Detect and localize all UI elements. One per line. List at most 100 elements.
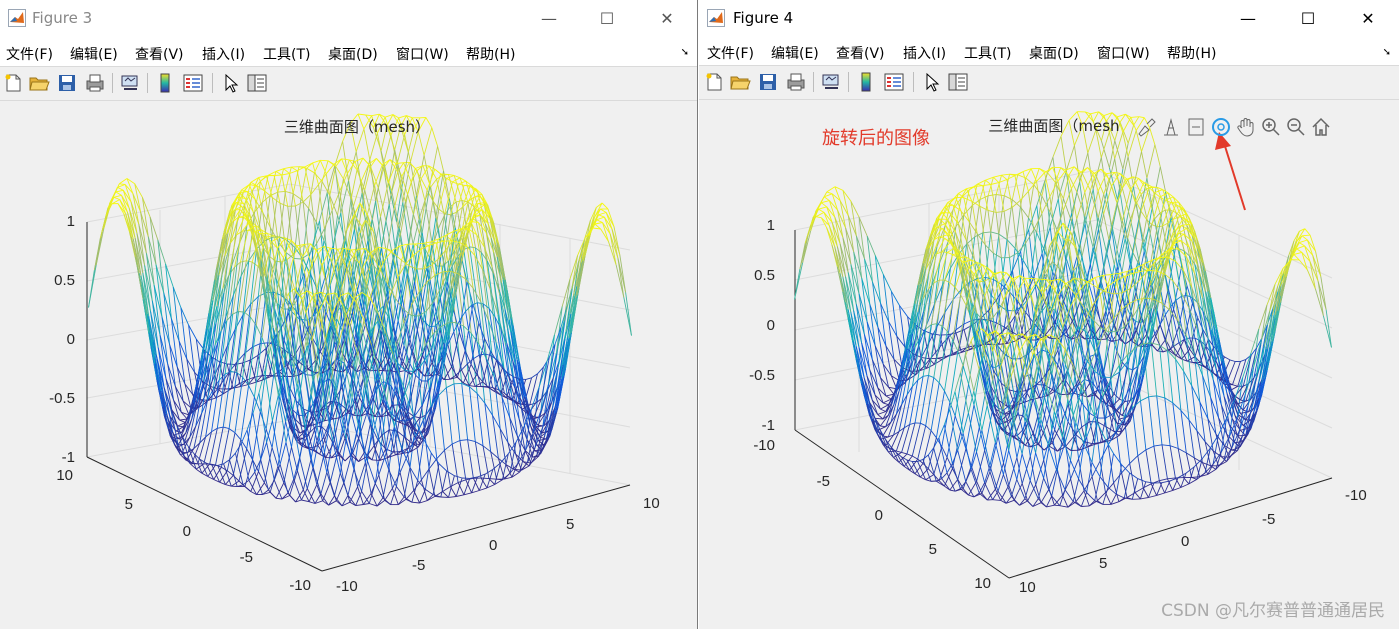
mesh-line	[217, 426, 224, 429]
save-icon[interactable]	[757, 71, 779, 93]
mesh-line	[1161, 444, 1168, 479]
colorbar-icon[interactable]	[855, 71, 877, 93]
minimize-button[interactable]: —	[1225, 0, 1271, 37]
mesh-line	[962, 365, 970, 385]
mesh-line	[473, 354, 480, 360]
menu-view[interactable]: 查看(V)	[135, 44, 184, 64]
link-plot-icon[interactable]	[820, 71, 842, 93]
new-figure-icon[interactable]	[703, 71, 725, 93]
mesh-line	[231, 480, 240, 487]
menu-insert[interactable]: 插入(I)	[202, 44, 245, 64]
mesh-line	[293, 257, 302, 260]
mesh-line	[1103, 214, 1110, 240]
mesh-line	[1142, 487, 1149, 498]
minimize-button[interactable]: —	[526, 0, 572, 37]
mesh-line	[250, 471, 259, 492]
menu-file[interactable]: 文件(F)	[707, 43, 754, 63]
mesh-line	[1159, 166, 1167, 192]
mesh-line	[455, 477, 463, 497]
mesh-line	[411, 501, 420, 504]
mesh-line	[930, 430, 937, 438]
dock-arrow-icon[interactable]: ➘	[1383, 47, 1391, 58]
maximize-button[interactable]: ☐	[584, 0, 630, 37]
figure3-menubar: 文件(F) 编辑(E) 查看(V) 插入(I) 工具(T) 桌面(D) 窗口(W…	[0, 37, 697, 66]
mesh-line	[399, 419, 408, 422]
pointer-icon[interactable]	[220, 72, 242, 94]
menu-view[interactable]: 查看(V)	[836, 43, 885, 63]
pointer-icon[interactable]	[921, 71, 943, 93]
mesh-line	[179, 419, 186, 423]
mesh-line	[382, 469, 390, 498]
maximize-button[interactable]: ☐	[1285, 0, 1331, 37]
mesh-line	[275, 171, 283, 176]
mesh-line	[982, 195, 989, 233]
figure4-axes[interactable]: 三维曲面图（mesh 旋转后的图像 1 0.5 0 -0.5 -1 -10 -5…	[699, 100, 1399, 629]
mesh-line	[925, 425, 932, 431]
mesh-line	[105, 197, 115, 216]
mesh-line	[334, 141, 344, 166]
mesh-line	[448, 496, 457, 498]
menu-insert[interactable]: 插入(I)	[903, 43, 946, 63]
menu-desktop[interactable]: 桌面(D)	[1029, 43, 1079, 63]
mesh-line	[920, 422, 926, 427]
mesh-line	[1148, 396, 1155, 447]
save-icon[interactable]	[56, 72, 78, 94]
mesh-line	[260, 459, 269, 491]
menu-help[interactable]: 帮助(H)	[1167, 43, 1216, 63]
mesh-line	[1134, 492, 1141, 500]
mesh-line	[378, 246, 387, 249]
mesh-line	[223, 426, 230, 430]
z-tick-label: 0	[67, 331, 75, 348]
mesh-line	[1154, 144, 1161, 167]
mesh-line	[1016, 453, 1023, 480]
mesh-line	[302, 459, 312, 491]
mesh-line	[469, 246, 476, 249]
menu-tools[interactable]: 工具(T)	[263, 44, 310, 64]
colorbar-icon[interactable]	[154, 72, 176, 94]
legend-icon[interactable]	[182, 72, 204, 94]
mesh-line	[240, 443, 250, 481]
open-file-icon[interactable]	[28, 72, 50, 94]
dock-arrow-icon[interactable]: ➘	[681, 47, 689, 58]
mesh-line	[1027, 191, 1035, 230]
mesh-line	[1129, 463, 1136, 493]
close-button[interactable]: ✕	[1345, 0, 1391, 37]
mesh-line	[206, 280, 216, 330]
mesh-line	[1030, 168, 1037, 182]
figure3-axes[interactable]: 三维曲面图（mesh） 1 0.5 0 -0.5 -1 10 5 0 -5 -1…	[0, 100, 698, 629]
new-figure-icon[interactable]	[2, 72, 24, 94]
mesh-line	[430, 452, 440, 464]
mesh-line	[249, 355, 259, 361]
property-inspector-icon[interactable]	[246, 72, 268, 94]
close-button[interactable]: ✕	[644, 0, 690, 37]
mesh-line	[853, 251, 860, 294]
print-icon[interactable]	[84, 72, 106, 94]
menu-help[interactable]: 帮助(H)	[466, 44, 515, 64]
menu-file[interactable]: 文件(F)	[6, 44, 53, 64]
open-file-icon[interactable]	[729, 71, 751, 93]
mesh-line	[115, 189, 124, 193]
mesh-line	[396, 486, 405, 498]
mesh-line	[941, 472, 948, 479]
toolbar-divider	[212, 73, 213, 93]
mesh-line	[305, 374, 314, 376]
menu-window[interactable]: 窗口(W)	[396, 44, 449, 64]
mesh-line	[1037, 478, 1045, 499]
print-icon[interactable]	[785, 71, 807, 93]
property-inspector-icon[interactable]	[947, 71, 969, 93]
mesh-line	[413, 490, 421, 504]
mesh-line	[452, 440, 461, 445]
menu-desktop[interactable]: 桌面(D)	[328, 44, 378, 64]
mesh-line	[464, 184, 472, 187]
link-plot-icon[interactable]	[119, 72, 141, 94]
mesh-line	[341, 158, 350, 161]
menu-edit[interactable]: 编辑(E)	[70, 44, 118, 64]
menu-window[interactable]: 窗口(W)	[1097, 43, 1150, 63]
menu-edit[interactable]: 编辑(E)	[771, 43, 819, 63]
mesh-line	[300, 168, 308, 200]
legend-icon[interactable]	[883, 71, 905, 93]
mesh-line	[1150, 483, 1158, 496]
menu-tools[interactable]: 工具(T)	[964, 43, 1011, 63]
mesh-line	[95, 228, 105, 266]
mesh-line	[372, 459, 380, 461]
